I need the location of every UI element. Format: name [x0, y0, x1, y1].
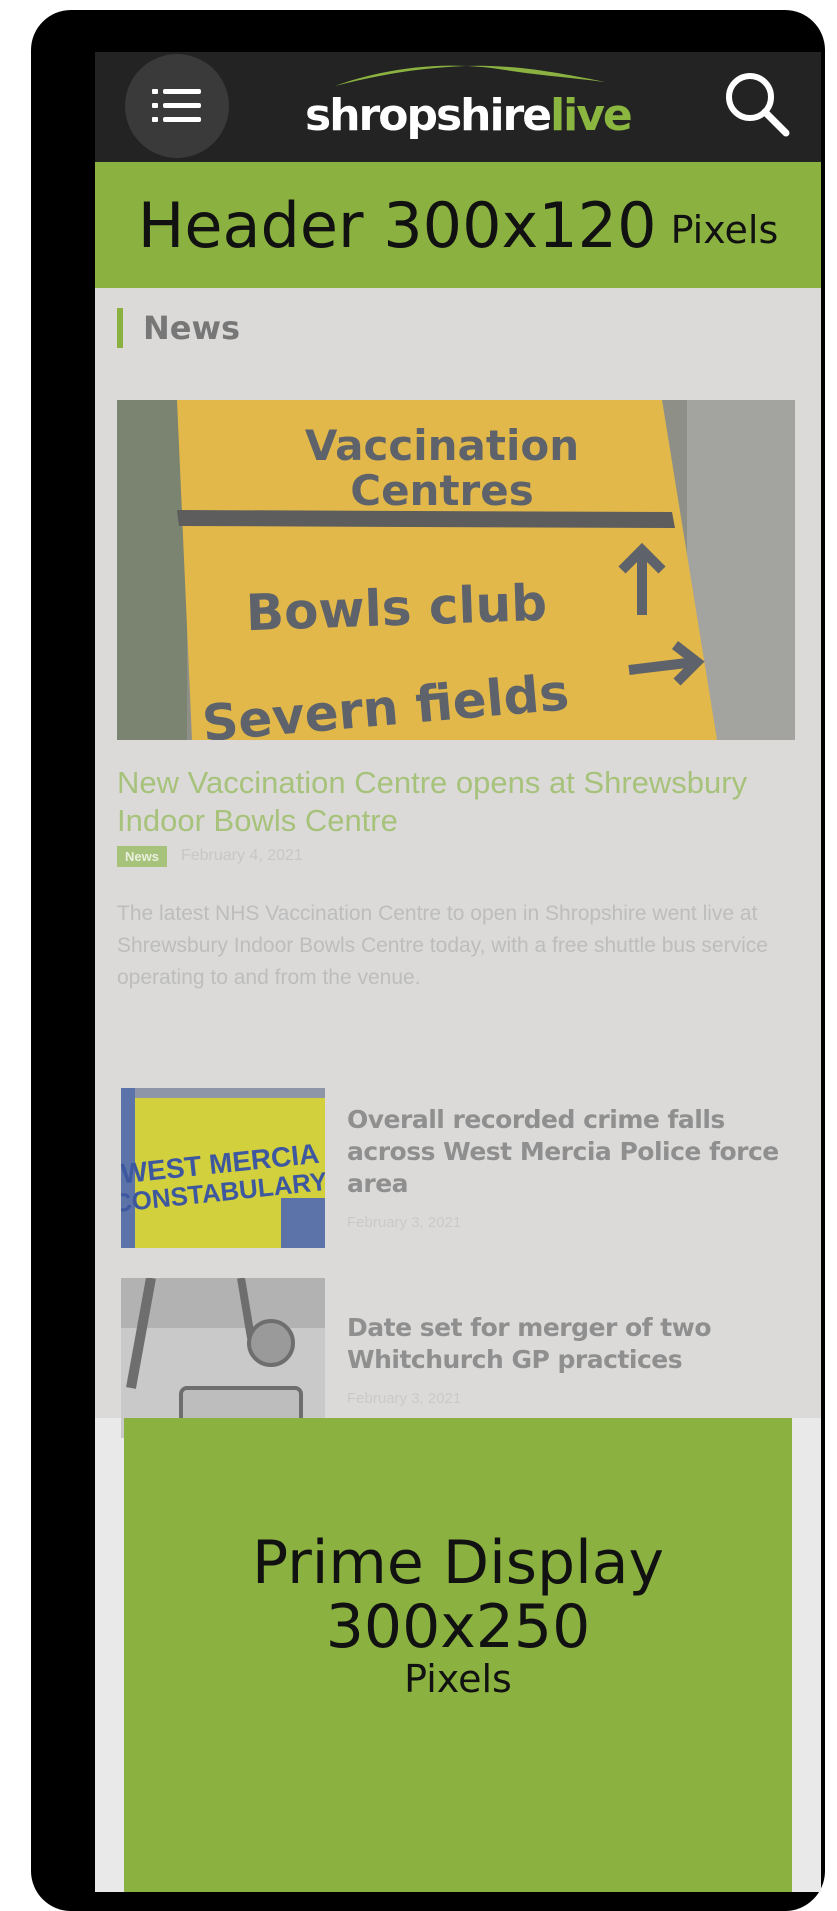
sign-text-line1: Vaccination — [305, 421, 579, 470]
article-list-item[interactable]: Date set for merger of two Whitchurch GP… — [121, 1278, 801, 1438]
featured-article-image[interactable]: Vaccination Centres Bowls club Severn fi… — [117, 400, 795, 740]
featured-article-meta: News February 4, 2021 — [117, 844, 303, 868]
search-button[interactable] — [723, 70, 793, 140]
prime-ad-title: Prime Display — [251, 1528, 665, 1598]
police-van-image: WEST MERCIA CONSTABULARY — [121, 1088, 325, 1248]
vaccination-sign-image: Vaccination Centres Bowls club Severn fi… — [117, 400, 795, 740]
logo-part-shropshire: shropshire — [305, 90, 552, 141]
category-badge[interactable]: News — [117, 845, 167, 867]
phone-screen: shropshirelive Header 300x120 Pixels New… — [95, 52, 821, 1892]
logo-part-live: live — [550, 90, 633, 141]
prime-ad-size: 300x250 — [325, 1592, 591, 1662]
section-title: News — [117, 308, 240, 348]
menu-button[interactable] — [125, 54, 229, 158]
article-title[interactable]: Date set for merger of two Whitchurch GP… — [347, 1312, 787, 1376]
header-ad-placeholder[interactable]: Header 300x120 Pixels — [95, 162, 821, 288]
article-date: February 3, 2021 — [347, 1390, 462, 1407]
article-list-item[interactable]: WEST MERCIA CONSTABULARY Overall recorde… — [121, 1088, 801, 1248]
logo-wordmark: shropshirelive — [305, 90, 633, 141]
article-thumbnail[interactable] — [121, 1278, 325, 1438]
article-title[interactable]: Overall recorded crime falls across West… — [347, 1104, 787, 1200]
header-ad-size-label: Header 300x120 — [137, 188, 657, 262]
medical-equipment-image — [121, 1278, 325, 1438]
sign-text-line2: Centres — [350, 466, 533, 515]
featured-article-date: February 4, 2021 — [180, 847, 303, 864]
prime-ad-unit: Pixels — [404, 1657, 512, 1701]
prime-display-ad-placeholder[interactable]: Prime Display 300x250 Pixels — [124, 1418, 792, 1892]
article-date: February 3, 2021 — [347, 1214, 462, 1231]
phone-frame: shropshirelive Header 300x120 Pixels New… — [31, 10, 825, 1911]
top-nav-bar: shropshirelive — [95, 52, 821, 162]
logo-swoosh-graphic — [335, 65, 605, 86]
sign-text-line3: Bowls club — [245, 574, 548, 642]
news-section: News Vaccination Centres Bowls club Seve… — [95, 288, 821, 1438]
site-logo[interactable]: shropshirelive — [305, 62, 633, 152]
header-ad-unit-label: Pixels — [670, 208, 779, 252]
featured-article-title[interactable]: New Vaccination Centre opens at Shrewsbu… — [117, 764, 797, 840]
article-thumbnail[interactable]: WEST MERCIA CONSTABULARY — [121, 1088, 325, 1248]
featured-article-excerpt: The latest NHS Vaccination Centre to ope… — [117, 902, 768, 989]
search-icon — [726, 73, 790, 137]
